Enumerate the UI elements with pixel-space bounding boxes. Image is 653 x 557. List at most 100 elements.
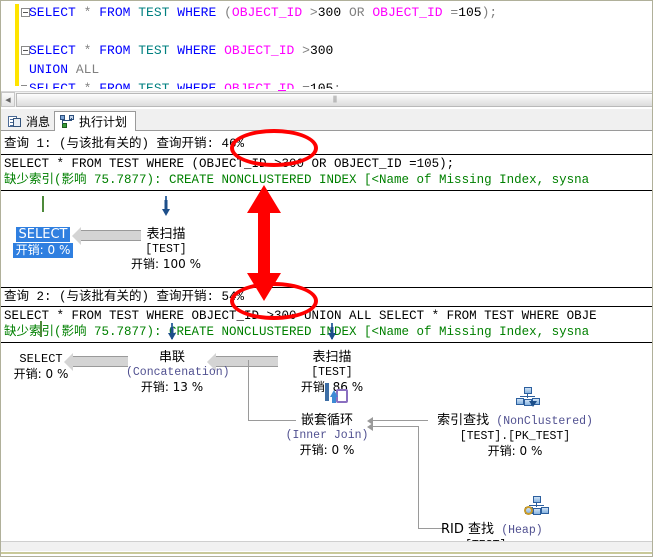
messages-icon <box>8 115 22 128</box>
sql-code-line[interactable]: SELECT * FROM TEST WHERE OBJECT_ID >300 <box>29 41 333 60</box>
sql-token: UNION <box>29 62 68 77</box>
tab-execution-plan-label: 执行计划 <box>79 113 127 130</box>
plan2-node-index-seek-name: 索引查找 <box>437 413 489 428</box>
plan2-node-select-cost: 开销: 0 % <box>6 367 76 382</box>
sql-code-line[interactable]: SELECT * FROM TEST WHERE (OBJECT_ID >300… <box>29 3 497 22</box>
query-2-body-rule <box>1 342 653 343</box>
sql-token: 300 <box>318 5 341 20</box>
query-2-missing-index: 缺少索引(影响 75.7877): CREATE NONCLUSTERED IN… <box>4 324 589 340</box>
sql-token: 105 <box>310 81 333 89</box>
plan2-node-nested-loops-cost: 开销: 0 % <box>284 443 370 458</box>
sql-token: ; <box>333 81 341 89</box>
sql-token: OBJECT_ID <box>224 43 294 58</box>
sql-token: FROM <box>99 43 130 58</box>
nested-loops-icon <box>325 385 329 400</box>
plan2-node-nested-loops-name: 嵌套循环 <box>284 413 370 428</box>
plan2-line-concat-loop-v <box>248 360 249 420</box>
query-2-sql-text: SELECT * FROM TEST WHERE OBJECT_ID >300 … <box>4 308 597 324</box>
plan2-node-select[interactable]: SELECT 开销: 0 % <box>6 352 76 382</box>
results-tab-strip: 消息 执行计划 <box>1 109 653 131</box>
sql-token: OR <box>349 5 365 20</box>
sql-token: 105 <box>458 5 481 20</box>
tab-messages-label: 消息 <box>26 113 50 130</box>
tab-execution-plan[interactable]: 执行计划 <box>54 111 136 132</box>
plan2-connector-select-concat <box>73 356 128 367</box>
plan2-line-loop-seek-h <box>373 420 428 421</box>
plan2-node-rid-lookup[interactable]: RID 查找 (Heap) [TEST] <box>439 522 609 541</box>
plan1-node-table-scan-cost: 开销: 100 % <box>111 257 221 272</box>
sql-token: ALL <box>76 62 99 77</box>
plan2-node-index-seek[interactable]: 索引查找 (NonClustered) [TEST].[PK_TEST] 开销:… <box>425 413 605 459</box>
plan1-node-select-name: SELECT <box>16 227 71 242</box>
plan2-node-table-scan-name: 表扫描 <box>279 350 385 365</box>
query-1-missing-index: 缺少索引(影响 75.7877): CREATE NONCLUSTERED IN… <box>4 172 589 188</box>
plan1-node-select[interactable]: SELECT 开销: 0 % <box>5 227 81 259</box>
plan2-node-table-scan[interactable]: 表扫描 [TEST] 开销: 86 % <box>279 350 385 395</box>
plan-horizontal-scrollbar[interactable] <box>1 541 653 551</box>
ssms-window: SELECT * FROM TEST WHERE ( OBJECT_ID >300… <box>0 0 653 557</box>
scroll-left-button[interactable]: ◀ <box>1 92 15 107</box>
tab-messages[interactable]: 消息 <box>3 111 58 131</box>
table-scan-icon <box>331 324 333 339</box>
sql-token: = <box>443 5 459 20</box>
sql-token <box>341 5 349 20</box>
sql-token: ( <box>216 5 232 20</box>
sql-token: * <box>76 43 99 58</box>
plan2-node-nested-loops[interactable]: 嵌套循环 (Inner Join) 开销: 0 % <box>284 413 370 458</box>
sql-token: WHERE <box>177 43 216 58</box>
sql-token <box>68 62 76 77</box>
sql-token: TEST <box>138 5 169 20</box>
sql-token: ); <box>482 5 498 20</box>
execution-plan-icon <box>60 115 75 129</box>
plan2-line-rid-v <box>418 426 419 528</box>
concatenation-icon <box>171 324 173 339</box>
sql-token: WHERE <box>177 81 216 89</box>
query-1-header: 查询 1: (与该批有关的) 查询开销: 46% <box>4 136 244 152</box>
sql-editor-pane[interactable]: SELECT * FROM TEST WHERE ( OBJECT_ID >300… <box>1 1 653 89</box>
sql-token <box>216 81 224 89</box>
plan1-node-table-scan-object: [TEST] <box>111 242 221 257</box>
sql-token: TEST <box>138 43 169 58</box>
plan2-node-rid-lookup-name: RID 查找 <box>441 522 494 537</box>
sql-token: > <box>294 43 310 58</box>
plan2-node-index-seek-type: (NonClustered) <box>496 415 593 428</box>
sql-token: OBJECT_ID <box>224 81 294 89</box>
sql-token: WHERE <box>177 5 216 20</box>
scrollbar-thumb[interactable] <box>16 93 653 107</box>
sql-token <box>216 43 224 58</box>
plan2-node-nested-loops-type: (Inner Join) <box>284 428 370 443</box>
plan2-node-select-name: SELECT <box>6 352 76 367</box>
plan1-node-select-cost: 开销: 0 % <box>13 243 74 258</box>
query-2-header: 查询 2: (与该批有关的) 查询开销: 54% <box>4 289 244 305</box>
sql-token: TEST <box>138 81 169 89</box>
sql-code-line[interactable]: UNION ALL <box>29 60 99 79</box>
query-1-header-rule <box>1 154 653 155</box>
editor-horizontal-scrollbar[interactable]: ◀ <box>1 91 653 107</box>
sql-token: SELECT <box>29 81 76 89</box>
sql-token: 300 <box>310 43 333 58</box>
plan1-node-table-scan[interactable]: 表扫描 [TEST] 开销: 100 % <box>111 227 221 272</box>
query-2-top-rule <box>1 287 653 288</box>
plan2-node-index-seek-cost: 开销: 0 % <box>425 444 605 459</box>
sql-token: FROM <box>99 81 130 89</box>
sql-code-line[interactable]: SELECT * FROM TEST WHERE OBJECT_ID =105; <box>29 79 341 89</box>
execution-plan-pane[interactable]: 查询 1: (与该批有关的) 查询开销: 46% SELECT * FROM T… <box>1 131 653 541</box>
window-bottom-border <box>1 552 653 557</box>
fold-line-tick <box>21 85 27 86</box>
sql-token: > <box>302 5 318 20</box>
sql-token: SELECT <box>29 5 76 20</box>
plan1-node-table-scan-name: 表扫描 <box>111 227 221 242</box>
select-result-icon <box>40 322 42 337</box>
sql-token: * <box>76 5 99 20</box>
plan2-node-concatenation-type: (Concatenation) <box>126 365 218 380</box>
sql-token: = <box>294 81 310 89</box>
plan2-node-concatenation[interactable]: 串联 (Concatenation) 开销: 13 % <box>126 350 218 395</box>
query-1-sql-text: SELECT * FROM TEST WHERE (OBJECT_ID >300… <box>4 156 454 172</box>
plan2-node-table-scan-object: [TEST] <box>279 365 385 380</box>
table-scan-icon <box>165 197 167 212</box>
plan2-node-index-seek-object: [TEST].[PK_TEST] <box>425 429 605 444</box>
plan2-node-rid-lookup-type: (Heap) <box>501 524 542 537</box>
plan2-line-loop-rid-h <box>373 426 418 427</box>
query-1-body-rule <box>1 190 653 191</box>
sql-token: * <box>76 81 99 89</box>
